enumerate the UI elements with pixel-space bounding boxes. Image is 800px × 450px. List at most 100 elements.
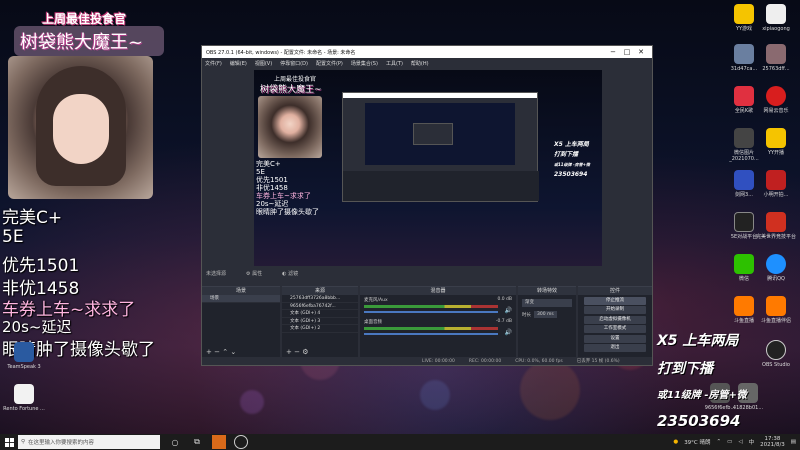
weather-icon: ● [673, 439, 679, 445]
properties-button[interactable]: ⚙ 属性 [246, 270, 262, 278]
source-item[interactable]: 25763dff3726a8bbb... [282, 295, 358, 303]
add-scene-button[interactable]: + [206, 348, 212, 356]
menu-tools[interactable]: 工具(T) [386, 60, 403, 67]
studio-mode-button[interactable]: 工作室模式 [584, 325, 646, 333]
notification-icon[interactable]: ▤ [791, 439, 796, 445]
maximize-button[interactable]: □ [620, 48, 634, 56]
menu-scene-collection[interactable]: 场景集合(S) [351, 60, 378, 67]
start-recording-button[interactable]: 开始录制 [584, 306, 646, 314]
volume-slider[interactable] [364, 333, 498, 335]
mixer-channel: 桌面音频 -0.7 dB 🔊 [360, 317, 516, 339]
source-item[interactable]: 9656f6efba76742f... [282, 303, 358, 310]
chevron-up-icon[interactable]: ⌃ [222, 348, 228, 356]
yy-icon [734, 4, 754, 24]
duration-input[interactable]: 300 ms [534, 311, 557, 318]
desktop-icon-qq[interactable]: 腾讯QQ [752, 254, 800, 282]
filters-button[interactable]: ◐ 滤镜 [282, 270, 298, 278]
ime-icon[interactable]: 中 [749, 438, 755, 446]
clock[interactable]: 17:38 2021/8/3 [760, 436, 785, 448]
overlay-title: 上周最佳投食官 [42, 12, 127, 26]
teamspeak-icon [14, 342, 34, 362]
desktop-icon-obs[interactable]: OBS Studio [752, 340, 800, 368]
remove-scene-button[interactable]: − [214, 348, 220, 356]
network-icon[interactable]: ▭ [727, 439, 732, 445]
search-icon: ⚲ [21, 439, 26, 445]
weather-text[interactable]: 39°C 晴朗 [684, 438, 710, 446]
stop-stream-button[interactable]: 停止推流 [584, 296, 646, 305]
volume-icon[interactable]: ◁ [738, 439, 742, 445]
source-item[interactable]: 文本 (GDI+) 4 [282, 310, 358, 318]
menu-help[interactable]: 帮助(H) [411, 60, 429, 67]
task-view-button[interactable]: ⧉ [190, 435, 204, 449]
mixer-header: 混音器 [360, 287, 516, 295]
scenes-header: 场景 [202, 287, 280, 295]
menubar: 文件(F) 编辑(E) 视图(V) 停靠窗口(D) 配置文件(P) 场景集合(S… [202, 58, 652, 68]
desktop-icon-wyy[interactable]: 网易云音乐 [752, 86, 800, 114]
menu-docks[interactable]: 停靠窗口(D) [280, 60, 308, 67]
desktop-icon-file2[interactable]: 25763dff... [752, 44, 800, 72]
add-source-button[interactable]: + [286, 348, 292, 356]
taskbar-app-obs[interactable] [234, 435, 248, 449]
image-file-icon [734, 44, 754, 64]
desktop-icon-douyu2[interactable]: 斗鱼直播伴侣 [752, 296, 800, 324]
overlay-kuiao: 或11级牌 -房管+微 [657, 390, 747, 401]
task-view-icon[interactable]: ○ [168, 435, 182, 449]
desktop-icon-perfect[interactable]: 完美世界竞技平台 [752, 212, 800, 240]
desktop-icon-yylive[interactable]: YY开播 [752, 128, 800, 156]
perfect-world-icon [766, 212, 786, 232]
source-item[interactable]: 文本 (GDI+) 2 [282, 325, 358, 333]
scene-item[interactable]: 场景 [202, 295, 280, 303]
desktop-icon-rento[interactable]: Rento Fortune ... [0, 384, 48, 412]
volume-slider[interactable] [364, 311, 498, 313]
menu-file[interactable]: 文件(F) [205, 60, 222, 67]
chevron-up-icon[interactable]: ⌃ [717, 439, 722, 445]
desktop-icon-teamspeak[interactable]: TeamSpeak 3 [0, 342, 48, 370]
dropped-frames: 已丢弃 15 帧 (0.6%) [576, 359, 620, 364]
karaoke-icon [734, 86, 754, 106]
source-item[interactable]: 文本 (GDI+) 3 [282, 318, 358, 325]
menu-view[interactable]: 视图(V) [255, 60, 272, 67]
taskbar: ⚲ 在这里输入你要搜索的内容 ○ ⧉ ● 39°C 晴朗 ⌃ ▭ ◁ 中 17:… [0, 434, 800, 450]
gear-icon[interactable]: ⚙ [302, 348, 308, 356]
overlay-daodan: 打到下播 [657, 361, 713, 377]
menu-edit[interactable]: 编辑(E) [230, 60, 247, 67]
preview-overlay-name: 树袋熊大魔王~ [260, 85, 322, 95]
exit-button[interactable]: 退出 [584, 344, 646, 352]
overlay-line: 20s~延迟 [2, 318, 72, 336]
chevron-down-icon[interactable]: ⌄ [230, 348, 236, 356]
volume-meter [364, 305, 498, 308]
overlay-x5: X5 上车两局 [657, 333, 739, 349]
settings-button[interactable]: 设置 [584, 334, 646, 343]
virtual-camera-button[interactable]: 启动虚拟摄像机 [584, 315, 646, 324]
controls-dock: 控件 停止推流 开始录制 启动虚拟摄像机 工作室模式 设置 退出 [578, 286, 652, 358]
remove-source-button[interactable]: − [294, 348, 300, 356]
preview-nested-obs [342, 92, 539, 202]
minimize-button[interactable]: − [606, 48, 620, 56]
channel-name: 桌面音频 [364, 320, 382, 325]
obs-titlebar[interactable]: OBS 27.0.1 (64-bit, windows) - 配置文件: 未命名… [202, 46, 652, 58]
transition-select[interactable]: 渐变 [522, 299, 572, 307]
search-input[interactable]: ⚲ 在这里输入你要搜索的内容 [18, 435, 160, 449]
no-source-label: 未选择源 [206, 271, 227, 277]
sources-header: 来源 [282, 287, 358, 295]
duration-row: 时长 300 ms [522, 311, 572, 318]
search-placeholder: 在这里输入你要搜索的内容 [28, 440, 95, 446]
preview-overlay-lines: 完美C+ 5E 优先1501 非优1458 车券上车~求求了 20s~延迟 眼睛… [256, 160, 319, 216]
close-button[interactable]: ✕ [634, 48, 648, 56]
speaker-icon[interactable]: 🔊 [505, 307, 512, 314]
obs-window[interactable]: OBS 27.0.1 (64-bit, windows) - 配置文件: 未命名… [201, 45, 653, 366]
desktop-icon-xiaoming[interactable]: 小明开拍... [752, 170, 800, 198]
overlay-line: 5E [2, 227, 24, 247]
windows-icon [4, 437, 14, 447]
scene-controls: + − ⌃ ⌄ [206, 348, 236, 356]
speaker-icon[interactable]: 🔊 [505, 329, 512, 336]
menu-profile[interactable]: 配置文件(P) [316, 60, 343, 67]
game-icon [734, 170, 754, 190]
rec-status: REC: 00:00:00 [468, 358, 502, 364]
5e-icon [734, 212, 754, 232]
taskbar-app-douyu[interactable] [212, 435, 226, 449]
cpu-status: CPU: 0.0%, 60.00 fps [515, 358, 563, 364]
start-button[interactable] [0, 434, 18, 450]
obs-preview[interactable]: 上周最佳投食官 树袋熊大魔王~ 完美C+ 5E 优先1501 非优1458 车券… [254, 70, 602, 266]
desktop-icon-xipiaogong[interactable]: xipiaogong [752, 4, 800, 32]
